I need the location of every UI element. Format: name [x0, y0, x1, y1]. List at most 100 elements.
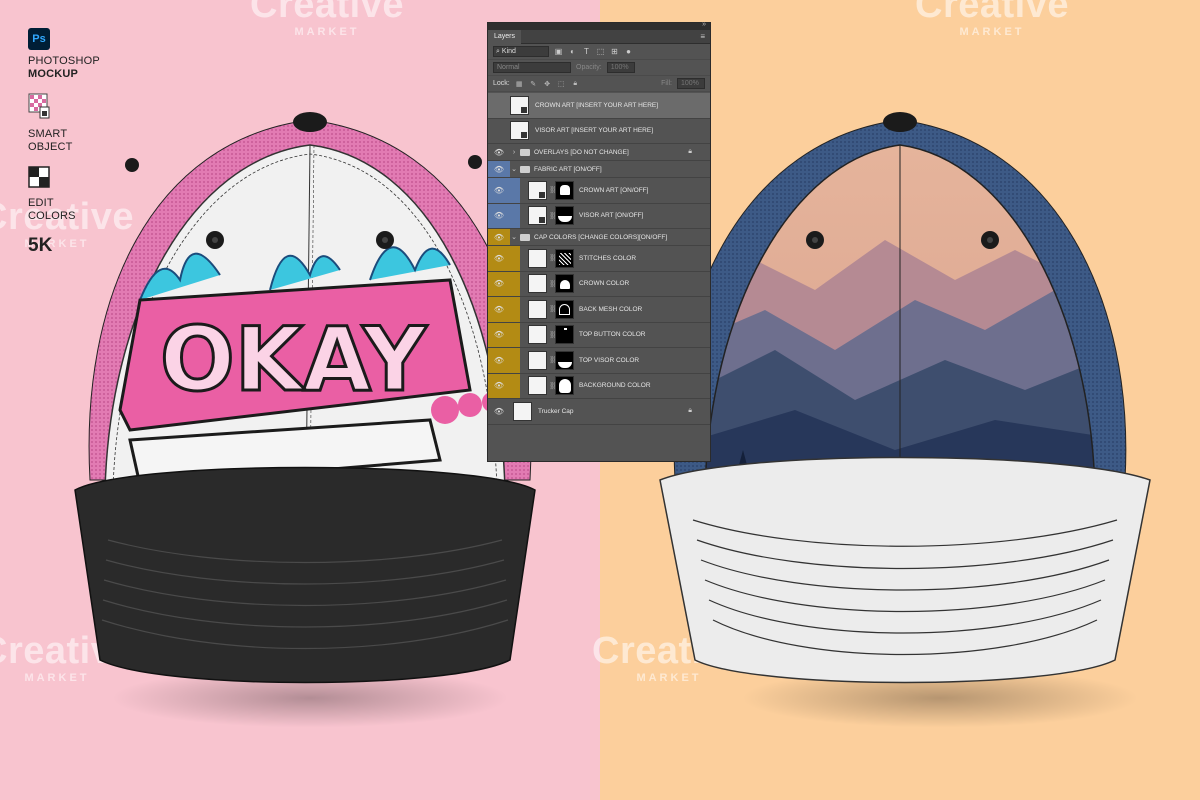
eye-icon[interactable]: 👁︎: [488, 229, 510, 245]
search-icon: ⌕: [496, 47, 500, 55]
fill-label: Fill:: [661, 80, 672, 87]
layer-mask-thumbnail: [555, 299, 574, 319]
eye-icon[interactable]: 👁︎: [488, 322, 510, 347]
feature-label: MOCKUP: [28, 68, 79, 80]
collapse-arrow-icon[interactable]: ⌄: [510, 165, 518, 173]
filter-row: ⌕ Kind ▣ ◐ T ⬚ ⊞ ●: [488, 44, 710, 60]
smart-object-thumbnail: [510, 95, 529, 115]
opacity-label: Opacity:: [576, 64, 602, 71]
layer-mask-thumbnail: [555, 350, 574, 370]
photoshop-icon: Ps: [28, 28, 50, 50]
smart-object-icon: [28, 93, 50, 119]
expand-arrow-icon[interactable]: ›: [510, 149, 518, 156]
panel-menu-icon[interactable]: ≡: [700, 32, 705, 41]
lock-label: Lock:: [493, 80, 510, 87]
fill-input[interactable]: 100%: [677, 78, 705, 89]
eye-icon[interactable]: 👁︎: [488, 297, 510, 322]
lock-paint-icon[interactable]: ✎: [529, 79, 538, 88]
eye-icon[interactable]: 👁︎: [488, 178, 510, 203]
lock-icon: 🔒︎: [688, 407, 692, 415]
opacity-input[interactable]: 100%: [606, 62, 635, 73]
lock-icon: 🔒︎: [688, 148, 692, 155]
layer-name: CROWN ART [INSERT YOUR ART HERE]: [535, 101, 659, 109]
blend-row: Normal Opacity: 100%: [488, 60, 710, 76]
type-filter-icon[interactable]: T: [582, 47, 591, 56]
layer-row[interactable]: 👁︎ ⛓︎ VISOR ART [ON/OFF]: [488, 203, 710, 229]
feature-label: PHOTOSHOP: [28, 55, 100, 67]
pixel-filter-icon[interactable]: ▣: [554, 47, 563, 56]
smart-object-thumbnail: [510, 121, 529, 141]
layer-row[interactable]: 👁︎ ⛓︎ STITCHES COLOR: [488, 246, 710, 272]
lock-all-icon[interactable]: 🔒︎: [571, 79, 580, 88]
layer-row[interactable]: 👁︎ ⛓︎ TOP VISOR COLOR: [488, 348, 710, 374]
layer-mask-thumbnail: [555, 376, 574, 396]
layer-row[interactable]: 👁︎ ⛓︎ BACK MESH COLOR: [488, 297, 710, 323]
panel-title-bar[interactable]: »: [488, 21, 710, 30]
tab-layers[interactable]: Layers: [488, 29, 522, 44]
layer-row[interactable]: 👁︎ ⛓︎ TOP BUTTON COLOR: [488, 322, 710, 348]
layer-mask-thumbnail: [555, 206, 574, 226]
visibility-toggle[interactable]: [488, 93, 510, 118]
layer-name: CROWN COLOR: [579, 280, 630, 288]
eye-icon[interactable]: 👁︎: [488, 373, 510, 398]
layer-mask-thumbnail: [555, 325, 574, 345]
layer-group-row[interactable]: 👁︎ › OVERLAYS [DO NOT CHANGE] 🔒︎: [488, 144, 710, 161]
folder-icon: [520, 233, 530, 241]
fill-thumbnail: [528, 274, 547, 294]
lock-transparency-icon[interactable]: ▦: [515, 79, 524, 88]
layer-group-row[interactable]: 👁︎ ⌄ CAP COLORS [CHANGE COLORS][ON/OFF]: [488, 229, 710, 246]
visibility-toggle[interactable]: [488, 119, 510, 144]
fill-thumbnail: [528, 299, 547, 319]
cap-mockup-right: [659, 112, 1151, 684]
cap-mockup-left: OKAY: [74, 112, 536, 684]
fill-thumbnail: [528, 325, 547, 345]
eye-icon[interactable]: 👁︎: [488, 161, 510, 177]
fill-thumbnail: [528, 248, 547, 268]
layer-name: FABRIC ART [ON/OFF]: [534, 165, 602, 173]
layer-row[interactable]: VISOR ART [INSERT YOUR ART HERE]: [488, 119, 710, 144]
kind-filter-value: Kind: [501, 48, 516, 55]
layer-name: TOP BUTTON COLOR: [579, 331, 646, 339]
eye-icon[interactable]: 👁︎: [488, 246, 510, 271]
layer-name: BACKGROUND COLOR: [579, 382, 651, 390]
fill-thumbnail: [528, 376, 547, 396]
watermark: CreativeMARKET: [915, 0, 1069, 38]
layer-name: VISOR ART [ON/OFF]: [579, 212, 644, 220]
smart-object-filter-icon[interactable]: ⊞: [610, 47, 619, 56]
lock-row: Lock: ▦ ✎ ✥ ⬚ 🔒︎ Fill: 100%: [488, 76, 710, 92]
layer-row[interactable]: 👁︎ ⛓︎ BACKGROUND COLOR: [488, 373, 710, 399]
layer-mask-thumbnail: [555, 274, 574, 294]
layer-name: OVERLAYS [DO NOT CHANGE]: [534, 148, 629, 156]
layers-panel: » Layers ≡ ⌕ Kind ▣ ◐ T ⬚ ⊞ ● Normal Opa…: [487, 21, 711, 462]
layer-name: CROWN ART [ON/OFF]: [579, 186, 649, 194]
eye-icon[interactable]: 👁︎: [488, 271, 510, 296]
layer-name: STITCHES COLOR: [579, 254, 637, 262]
smart-object-thumbnail: [528, 206, 547, 226]
lock-position-icon[interactable]: ✥: [543, 79, 552, 88]
collapse-icon[interactable]: »: [702, 21, 706, 28]
layer-name: BACK MESH COLOR: [579, 305, 643, 313]
layer-row[interactable]: CROWN ART [INSERT YOUR ART HERE]: [488, 93, 710, 119]
eye-icon[interactable]: 👁︎: [488, 399, 510, 424]
layer-row[interactable]: 👁︎ Trucker Cap 🔒︎: [488, 399, 710, 425]
eye-icon[interactable]: 👁︎: [488, 144, 510, 160]
collapse-arrow-icon[interactable]: ⌄: [510, 233, 518, 241]
layer-list: CROWN ART [INSERT YOUR ART HERE] VISOR A…: [488, 93, 710, 425]
layer-group-row[interactable]: 👁︎ ⌄ FABRIC ART [ON/OFF]: [488, 161, 710, 178]
adjustment-filter-icon[interactable]: ◐: [568, 47, 577, 56]
art-text: OKAY: [160, 308, 428, 411]
lock-artboard-icon[interactable]: ⬚: [557, 79, 566, 88]
blend-mode-select[interactable]: Normal: [493, 62, 571, 73]
shape-filter-icon[interactable]: ⬚: [596, 47, 605, 56]
eye-icon[interactable]: 👁︎: [488, 203, 510, 228]
filter-toggle-icon[interactable]: ●: [624, 47, 633, 56]
kind-filter-select[interactable]: ⌕ Kind: [493, 46, 549, 57]
layer-name: TOP VISOR COLOR: [579, 356, 640, 364]
color-swatch-icon: [28, 166, 50, 188]
eye-icon[interactable]: 👁︎: [488, 348, 510, 373]
layer-mask-thumbnail: [555, 180, 574, 200]
layer-row[interactable]: 👁︎ ⛓︎ CROWN ART [ON/OFF]: [488, 178, 710, 204]
background-thumbnail: [513, 401, 532, 421]
folder-icon: [520, 165, 530, 173]
layer-row[interactable]: 👁︎ ⛓︎ CROWN COLOR: [488, 271, 710, 297]
